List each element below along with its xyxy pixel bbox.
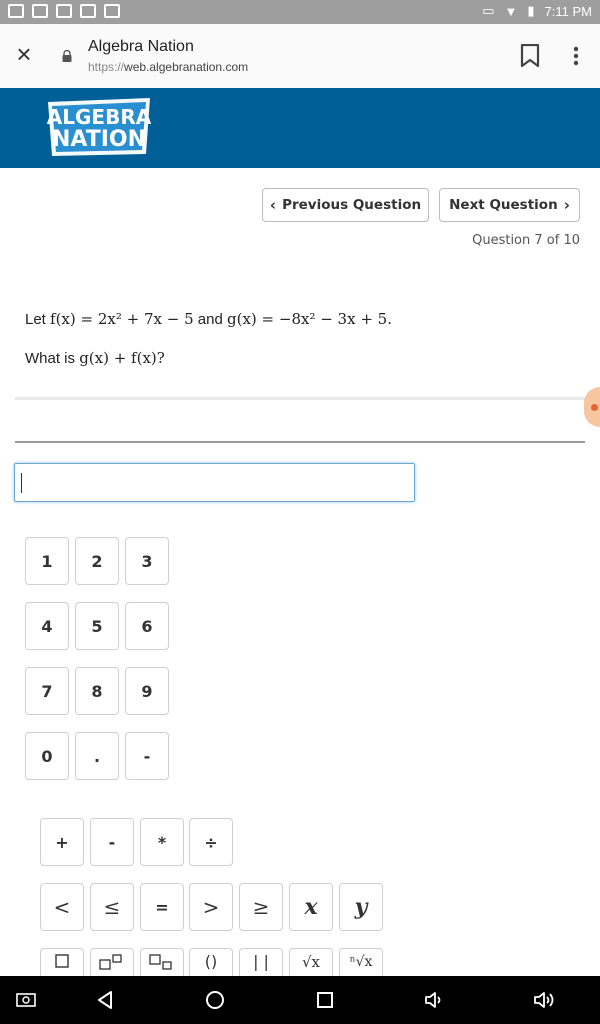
url-host: web.algebranation.com: [124, 60, 249, 74]
browser-toolbar: × Algebra Nation https://web.algebranati…: [0, 24, 600, 88]
floating-handle[interactable]: [584, 387, 600, 427]
question-counter: Question 7 of 10: [472, 233, 580, 248]
key-7[interactable]: 7: [25, 667, 69, 715]
volume-down-icon[interactable]: [423, 988, 447, 1012]
key-1[interactable]: 1: [25, 537, 69, 585]
volume-up-icon[interactable]: [533, 988, 557, 1012]
answer-input[interactable]: [14, 463, 415, 502]
text-caret: [21, 473, 22, 493]
logo-line2: NATION: [52, 127, 146, 152]
gallery-notification-icon: [32, 4, 48, 18]
question-prefix: What is: [25, 350, 76, 367]
key-8[interactable]: 8: [75, 667, 119, 715]
problem-and: and: [197, 311, 223, 328]
mail-notification-icon: [80, 4, 96, 18]
algebra-nation-logo[interactable]: ALGEBRA NATION: [44, 96, 154, 158]
key-0[interactable]: 0: [25, 732, 69, 780]
status-time: 7:11 PM: [544, 3, 592, 19]
absolute-value-icon: | |: [253, 951, 269, 971]
key-decimal[interactable]: .: [75, 732, 119, 780]
g-definition: g(x) = −8x² − 3x + 5.: [227, 310, 392, 328]
overflow-menu-icon[interactable]: [568, 44, 584, 68]
logo-line1: ALGEBRA: [47, 105, 152, 129]
key-4[interactable]: 4: [25, 602, 69, 650]
key-minus[interactable]: -: [90, 818, 134, 866]
key-divide[interactable]: ÷: [189, 818, 233, 866]
app-notification-icon: [104, 4, 120, 18]
box-icon: [55, 954, 69, 968]
key-equals[interactable]: =: [140, 883, 184, 931]
key-plus[interactable]: +: [40, 818, 84, 866]
lock-icon: [62, 50, 72, 62]
cast-icon: ▭: [482, 3, 495, 18]
key-2[interactable]: 2: [75, 537, 119, 585]
key-variable-y[interactable]: y: [339, 883, 383, 931]
parentheses-icon: (): [204, 951, 218, 971]
key-3[interactable]: 3: [125, 537, 169, 585]
key-negative[interactable]: -: [125, 732, 169, 780]
problem-statement: Let f(x) = 2x² + 7x − 5 and g(x) = −8x² …: [25, 310, 392, 328]
chevron-right-icon: ›: [563, 196, 570, 214]
square-root-icon: √x: [301, 953, 321, 971]
previous-question-button[interactable]: ‹ Previous Question: [262, 188, 429, 222]
close-icon[interactable]: ×: [12, 41, 36, 67]
home-icon[interactable]: [203, 988, 227, 1012]
key-less-than[interactable]: <: [40, 883, 84, 931]
chevron-left-icon: ‹: [269, 196, 277, 214]
back-icon[interactable]: [93, 988, 117, 1012]
key-greater-than[interactable]: >: [189, 883, 233, 931]
key-variable-x[interactable]: x: [289, 883, 333, 931]
subscript-icon: [149, 954, 172, 970]
key-greater-equal[interactable]: ≥: [239, 883, 283, 931]
previous-question-label: Previous Question: [282, 197, 422, 213]
key-6[interactable]: 6: [125, 602, 169, 650]
recents-icon[interactable]: [313, 988, 337, 1012]
handle-dot: [591, 404, 598, 411]
notification-icons: [8, 4, 120, 18]
screenshot-icon[interactable]: [14, 988, 38, 1012]
key-9[interactable]: 9: [125, 667, 169, 715]
superscript-icon: [99, 954, 122, 970]
f-definition: f(x) = 2x² + 7x − 5: [50, 310, 194, 328]
brand-banner: ALGEBRA NATION: [0, 88, 600, 168]
media-notification-icon: [8, 4, 24, 18]
key-multiply[interactable]: *: [140, 818, 184, 866]
youtube-notification-icon: [56, 4, 72, 18]
battery-icon: ▮: [527, 3, 535, 18]
next-question-label: Next Question: [449, 197, 558, 213]
key-5[interactable]: 5: [75, 602, 119, 650]
url-protocol: https://: [88, 60, 125, 74]
page-url: https://web.algebranation.com: [88, 60, 248, 74]
android-nav-bar: [0, 976, 600, 1024]
nth-root-icon: ⁿ√x: [349, 954, 373, 970]
next-question-button[interactable]: Next Question ›: [439, 188, 580, 222]
problem-let: Let: [25, 311, 46, 328]
bookmark-icon[interactable]: [520, 44, 540, 68]
divider: [15, 441, 585, 443]
divider: [15, 397, 595, 400]
question-expression: g(x) + f(x)?: [79, 349, 165, 367]
key-less-equal[interactable]: ≤: [90, 883, 134, 931]
status-bar: ▭ ▼ ▮ 7:11 PM: [0, 0, 600, 24]
page-title: Algebra Nation: [88, 38, 194, 55]
question-text: What is g(x) + f(x)?: [25, 349, 165, 367]
wifi-icon: ▼: [504, 3, 518, 19]
